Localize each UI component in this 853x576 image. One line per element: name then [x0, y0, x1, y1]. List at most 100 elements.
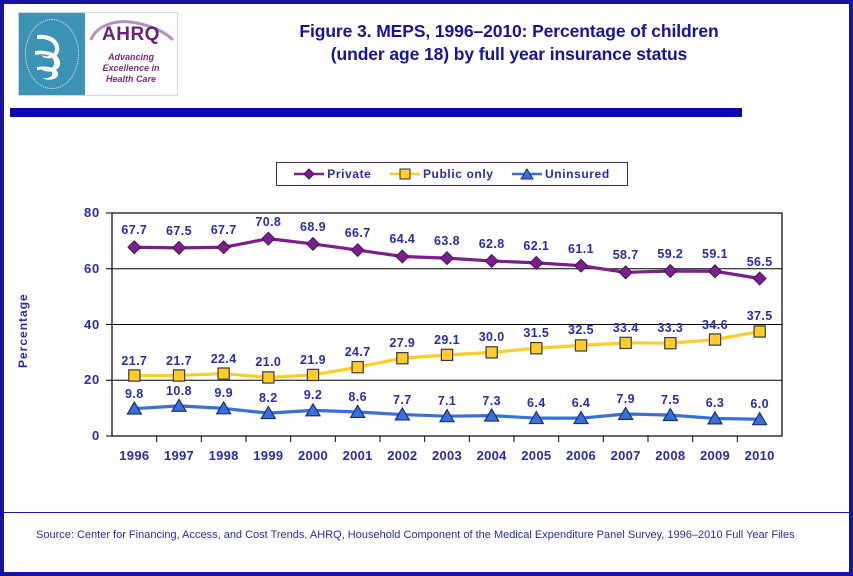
data-point-marker[interactable] [350, 242, 365, 258]
data-point-value-label: 68.9 [300, 219, 326, 234]
data-point-marker[interactable] [172, 369, 186, 382]
data-point-value-label: 56.5 [746, 254, 773, 269]
data-point-value-label: 6.4 [571, 396, 591, 411]
line-chart: Percentage 0 20 40 60 80 1996 1997 1998 1999 200… [4, 124, 849, 504]
data-point-value-label: 30.0 [478, 330, 505, 345]
data-point-marker[interactable] [127, 240, 142, 255]
data-point-value-label: 21.9 [300, 352, 326, 367]
data-point-marker[interactable] [529, 255, 544, 271]
data-point-marker[interactable] [664, 336, 677, 350]
x-tick-label: 2007 [610, 448, 641, 463]
data-point-marker[interactable] [618, 265, 633, 280]
ahrq-tagline-line1: Advancing [107, 52, 154, 62]
data-point-marker[interactable] [708, 333, 722, 346]
data-point-value-label: 7.9 [616, 391, 635, 406]
y-tick-label: 20 [83, 372, 100, 388]
data-point-marker[interactable] [262, 371, 275, 384]
data-point-marker[interactable] [753, 325, 766, 338]
data-point-value-label: 21.7 [121, 353, 148, 368]
data-point-value-label: 61.1 [568, 241, 594, 256]
data-point-value-label: 33.3 [657, 321, 684, 336]
data-point-value-label: 8.2 [259, 391, 278, 406]
data-point-value-label: 62.8 [478, 236, 505, 251]
data-point-value-label: 67.5 [166, 223, 192, 238]
data-point-value-label: 34.6 [702, 317, 728, 332]
data-point-marker[interactable] [752, 271, 767, 286]
header: AHRQ Advancing Excellence in Health Care… [4, 4, 849, 100]
data-point-value-label: 7.3 [482, 393, 501, 408]
x-tick-label: 2010 [744, 448, 775, 463]
x-tick-label: 1999 [253, 448, 284, 463]
x-tick-label: 1996 [119, 448, 150, 463]
data-point-value-label: 27.9 [389, 336, 416, 351]
footer-divider [4, 512, 849, 513]
ahrq-tagline-line2: Excellence in [102, 63, 160, 73]
data-point-marker[interactable] [261, 231, 276, 246]
data-point-marker[interactable] [216, 240, 231, 255]
data-point-marker[interactable] [396, 352, 409, 365]
data-point-value-label: 70.8 [255, 214, 282, 229]
data-point-value-label: 64.4 [389, 232, 416, 247]
data-point-value-label: 63.8 [434, 234, 460, 249]
data-point-marker[interactable] [663, 263, 678, 279]
x-tick-label: 1998 [208, 448, 239, 463]
x-tick-label: 1997 [163, 448, 195, 463]
data-point-marker[interactable] [484, 253, 499, 269]
data-point-value-label: 31.5 [523, 326, 550, 341]
data-point-marker[interactable] [574, 339, 588, 352]
data-point-value-label: 22.4 [210, 351, 237, 366]
data-point-marker[interactable] [573, 258, 589, 273]
data-point-value-label: 7.5 [661, 393, 680, 408]
svg-text:AHRQ: AHRQ [102, 24, 160, 44]
hhs-seal-icon [19, 13, 85, 95]
page-title-line1: Figure 3. MEPS, 1996–2010: Percentage of… [299, 21, 719, 41]
y-tick-label: 60 [83, 260, 100, 276]
y-tick-label: 0 [91, 428, 100, 443]
data-point-marker[interactable] [305, 236, 321, 252]
x-tick-label: 2003 [431, 448, 463, 463]
data-point-value-label: 33.4 [612, 320, 639, 335]
data-point-value-label: 6.3 [705, 396, 725, 411]
ahrq-logo: AHRQ Advancing Excellence in Health Care [18, 12, 178, 96]
data-point-value-label: 21.0 [255, 355, 282, 370]
data-point-marker[interactable] [440, 348, 454, 362]
data-point-value-label: 59.2 [657, 246, 684, 261]
x-tick-label: 2004 [476, 448, 507, 463]
x-tick-label: 2008 [655, 448, 686, 463]
header-divider [10, 108, 742, 117]
data-point-marker[interactable] [707, 264, 723, 279]
data-point-value-label: 8.6 [348, 390, 367, 405]
y-tick-label: 40 [83, 316, 100, 332]
x-tick-label: 2000 [297, 448, 329, 463]
data-point-value-label: 24.7 [344, 345, 371, 360]
data-point-value-label: 21.7 [166, 353, 192, 368]
data-point-value-label: 6.0 [750, 397, 769, 412]
page-title: Figure 3. MEPS, 1996–2010: Percentage of… [189, 20, 829, 66]
ahrq-tagline: Advancing Excellence in Health Care [85, 52, 177, 85]
data-point-marker[interactable] [530, 341, 543, 355]
data-point-value-label: 37.5 [746, 309, 773, 324]
x-tick-label: 2006 [565, 448, 597, 463]
data-point-marker[interactable] [485, 346, 498, 359]
data-point-marker[interactable] [217, 367, 230, 380]
data-point-value-label: 9.8 [125, 386, 144, 401]
data-point-marker[interactable] [171, 240, 187, 255]
data-point-marker[interactable] [128, 369, 141, 382]
ahrq-tagline-line3: Health Care [105, 74, 157, 84]
data-point-marker[interactable] [351, 360, 364, 374]
data-point-value-label: 29.1 [434, 332, 460, 347]
data-point-marker[interactable] [439, 251, 455, 266]
data-point-marker[interactable] [395, 249, 410, 264]
data-point-value-label: 7.1 [437, 394, 457, 409]
data-point-marker[interactable] [306, 368, 320, 382]
x-tick-label: 2005 [521, 448, 552, 463]
data-point-value-label: 62.1 [523, 238, 550, 253]
data-point-value-label: 67.7 [121, 223, 148, 238]
y-tick-label: 80 [83, 205, 100, 220]
data-point-marker[interactable] [619, 336, 632, 350]
figure-page: AHRQ Advancing Excellence in Health Care… [0, 0, 853, 576]
ahrq-wordmark: AHRQ Advancing Excellence in Health Care [85, 13, 177, 95]
data-point-value-label: 9.2 [303, 388, 323, 403]
page-title-line2: (under age 18) by full year insurance st… [330, 44, 688, 64]
hhs-bird-icon [35, 34, 61, 80]
